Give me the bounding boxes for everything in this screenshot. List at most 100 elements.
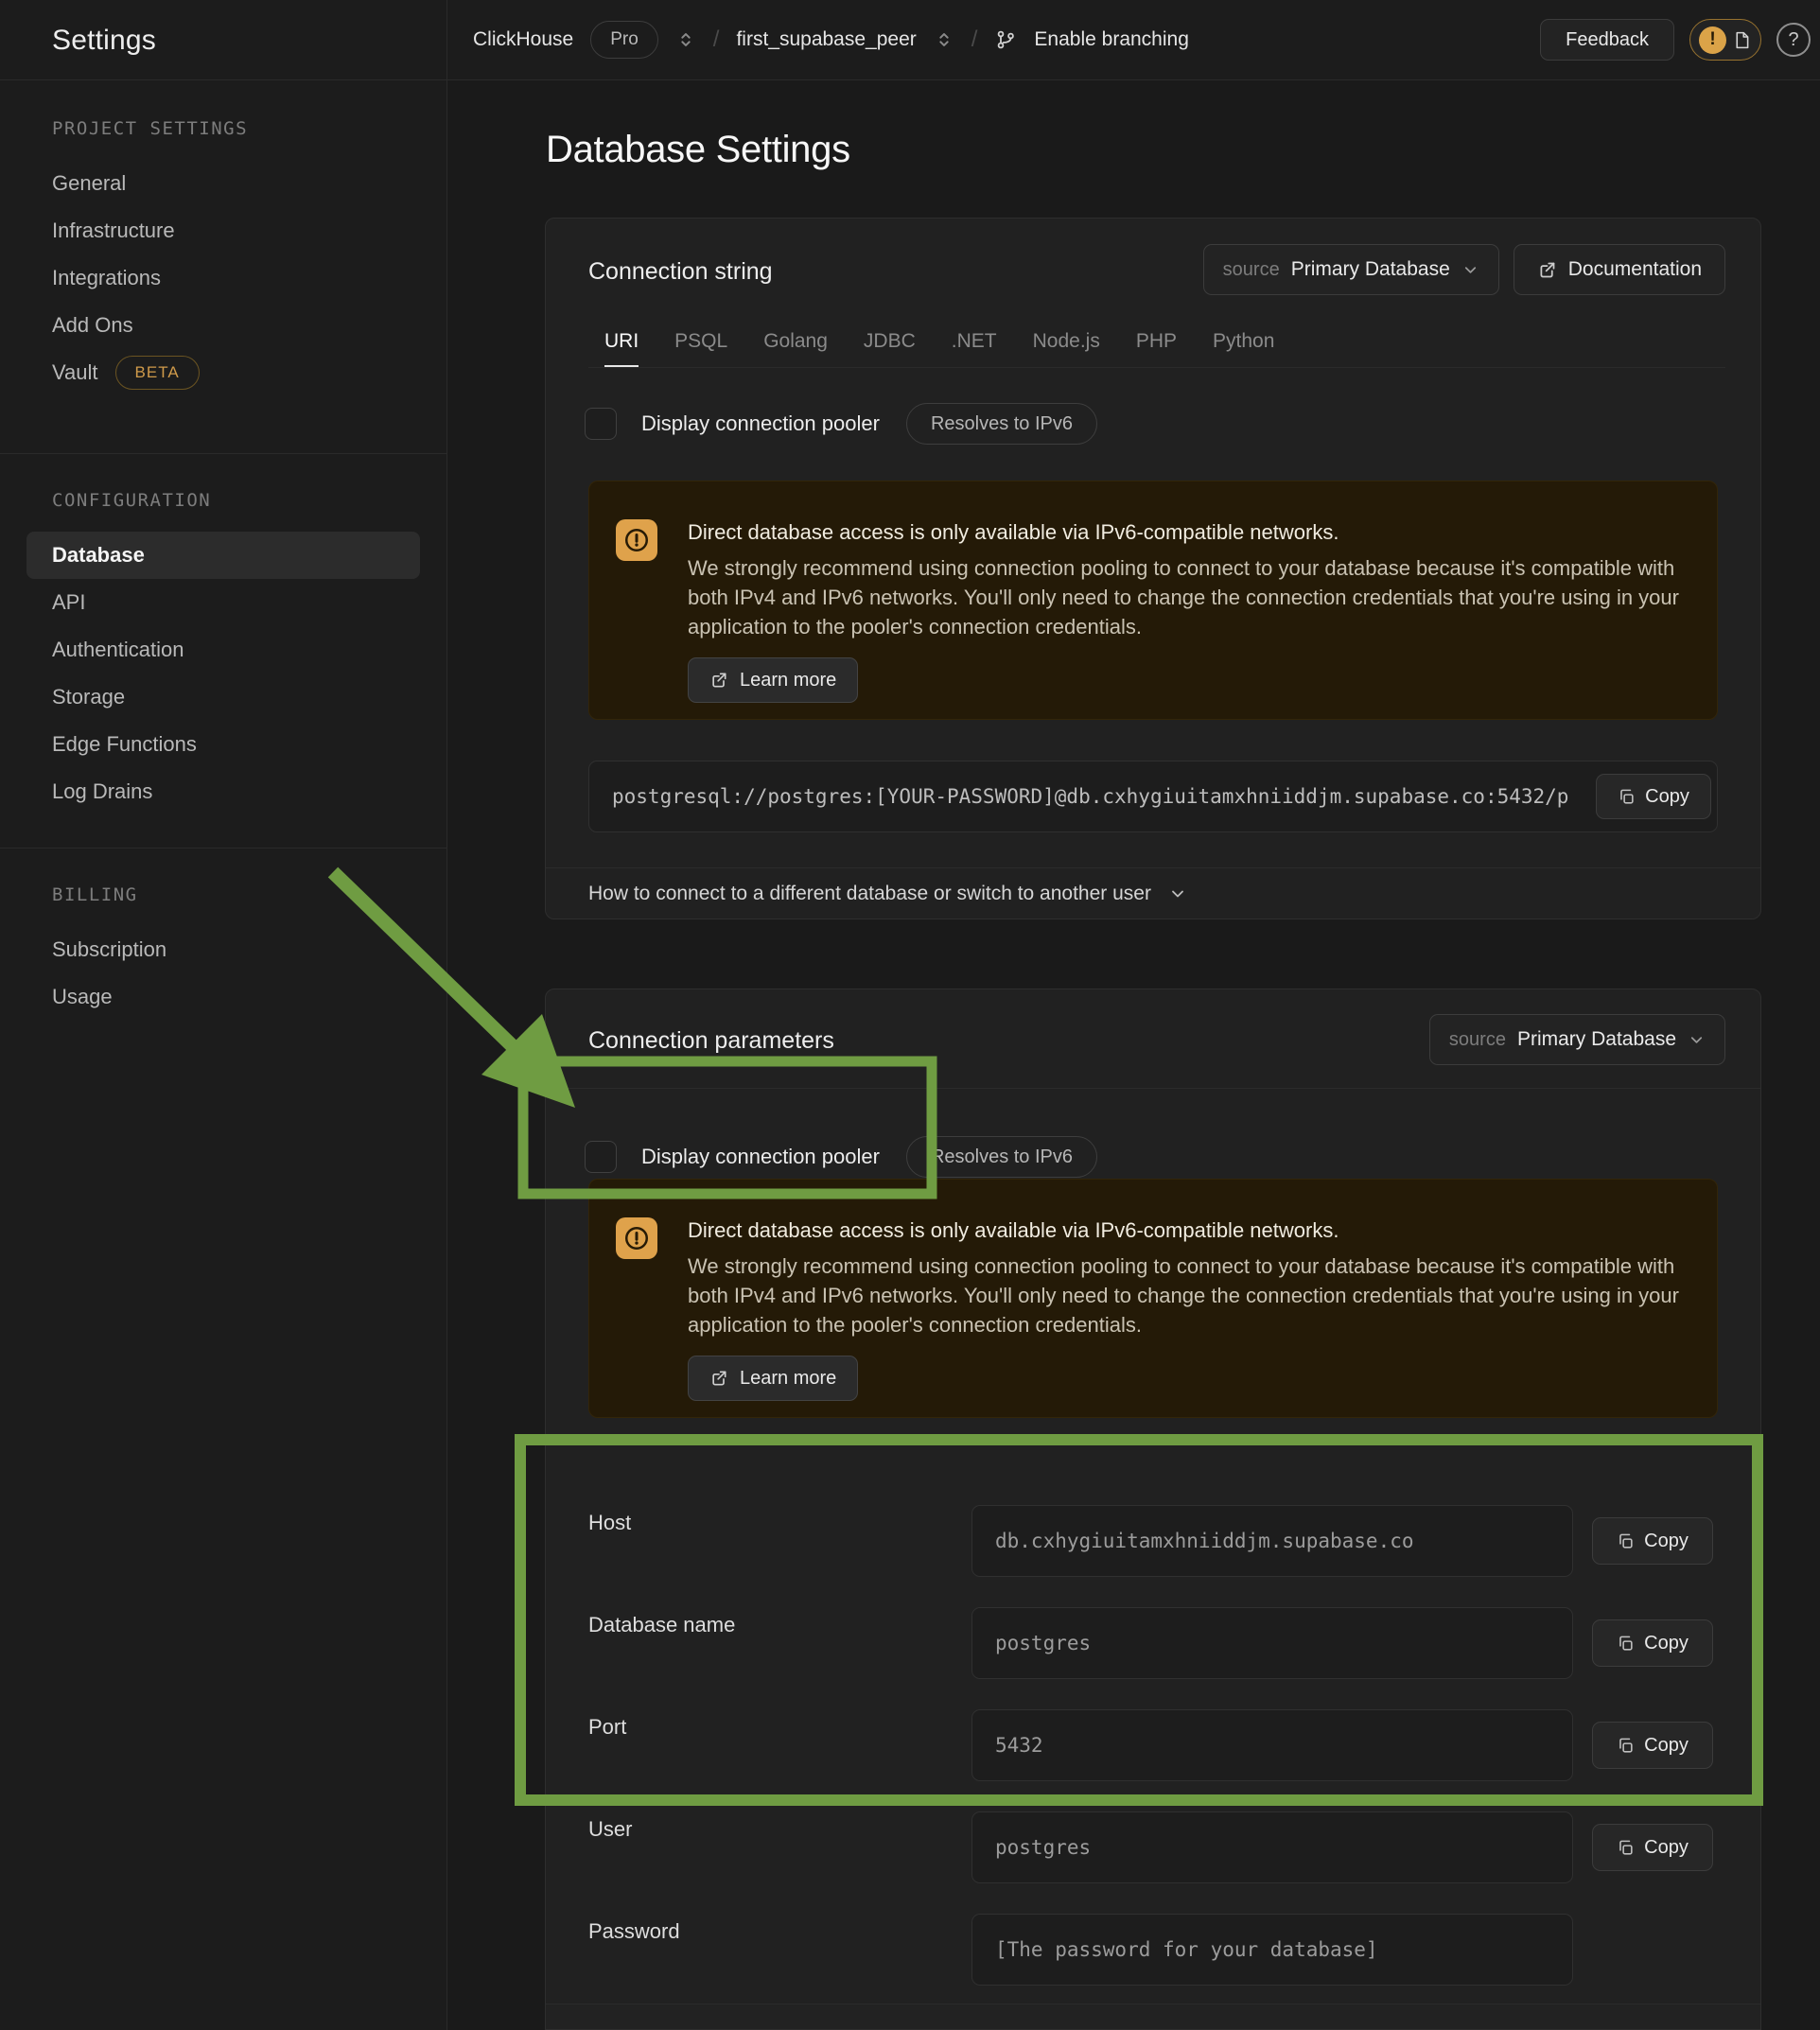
resolves-to-ipv6-badge: Resolves to IPv6	[906, 1136, 1097, 1178]
source-label: source	[1449, 1029, 1506, 1051]
file-icon	[1732, 30, 1752, 50]
sidebar-item-usage[interactable]: Usage	[0, 973, 446, 1021]
tab-python[interactable]: Python	[1213, 324, 1274, 367]
learn-more-button[interactable]: Learn more	[688, 1356, 858, 1401]
top-bar: Settings ClickHouse Pro / first_supabase…	[0, 0, 1820, 80]
connection-uri-value: postgresql://postgres:[YOUR-PASSWORD]@db…	[612, 785, 1568, 808]
host-field[interactable]: db.cxhygiuitamxhniiddjm.supabase.co	[971, 1505, 1573, 1577]
param-label: Password	[588, 1919, 680, 1944]
param-row-host: Host db.cxhygiuitamxhniiddjm.supabase.co…	[546, 1505, 1760, 1577]
port-field[interactable]: 5432	[971, 1709, 1573, 1781]
copy-uri-button[interactable]: Copy	[1596, 774, 1711, 819]
documentation-label: Documentation	[1568, 258, 1702, 281]
copy-label: Copy	[1644, 1735, 1689, 1757]
copy-user-button[interactable]: Copy	[1592, 1824, 1713, 1871]
param-row-database-name: Database name postgres Copy	[546, 1607, 1760, 1679]
connection-uri-field[interactable]: postgresql://postgres:[YOUR-PASSWORD]@db…	[588, 761, 1718, 832]
alert-badge-icon: !	[1699, 26, 1726, 54]
sidebar-item-log-drains[interactable]: Log Drains	[0, 768, 446, 815]
feedback-button[interactable]: Feedback	[1540, 19, 1674, 61]
user-field[interactable]: postgres	[971, 1811, 1573, 1883]
copy-icon	[1617, 1635, 1635, 1653]
page-title: Settings	[52, 25, 156, 57]
tab-jdbc[interactable]: JDBC	[864, 324, 916, 367]
tab-dotnet[interactable]: .NET	[952, 324, 997, 367]
card-title: Connection string	[588, 258, 773, 286]
sidebar-item-integrations[interactable]: Integrations	[0, 254, 446, 302]
copy-icon	[1617, 1737, 1635, 1755]
connection-string-tabs: URI PSQL Golang JDBC .NET Node.js PHP Py…	[588, 324, 1725, 368]
learn-more-button[interactable]: Learn more	[688, 657, 858, 703]
source-value: Primary Database	[1517, 1028, 1676, 1051]
tab-golang[interactable]: Golang	[763, 324, 828, 367]
sidebar-item-add-ons[interactable]: Add Ons	[0, 302, 446, 349]
ipv6-warning-callout: Direct database access is only available…	[588, 481, 1718, 720]
sidebar-item-edge-functions[interactable]: Edge Functions	[0, 721, 446, 768]
card-footer	[546, 2004, 1760, 2029]
source-select[interactable]: source Primary Database	[1429, 1014, 1725, 1065]
section-project-settings: PROJECT SETTINGS General Infrastructure …	[0, 80, 446, 396]
param-row-password: Password [The password for your database…	[546, 1914, 1760, 1986]
pooler-label: Display connection pooler	[641, 411, 880, 436]
header-actions: Feedback ! ?	[1540, 0, 1811, 79]
card-title: Connection parameters	[588, 1027, 834, 1055]
database-name-field[interactable]: postgres	[971, 1607, 1573, 1679]
chevron-up-down-icon[interactable]	[934, 29, 954, 50]
source-value: Primary Database	[1291, 258, 1450, 281]
connection-string-card: Connection string source Primary Databas…	[545, 218, 1761, 919]
password-field[interactable]: [The password for your database]	[971, 1914, 1573, 1986]
external-link-icon	[709, 671, 728, 690]
sidebar-item-vault[interactable]: Vault BETA	[0, 349, 446, 396]
sidebar-item-storage[interactable]: Storage	[0, 674, 446, 721]
sidebar-item-database[interactable]: Database	[26, 532, 420, 579]
breadcrumb-org[interactable]: ClickHouse	[473, 28, 573, 51]
tab-nodejs[interactable]: Node.js	[1033, 324, 1100, 367]
chevron-down-icon	[1461, 261, 1479, 279]
callout-title: Direct database access is only available…	[688, 1217, 1690, 1244]
pooler-toggle-row: Display connection pooler Resolves to IP…	[585, 389, 1097, 459]
copy-icon	[1617, 1532, 1635, 1550]
chevron-down-icon	[1688, 1031, 1706, 1049]
help-button[interactable]: ?	[1776, 23, 1811, 57]
section-label: PROJECT SETTINGS	[52, 118, 446, 141]
sidebar-item-infrastructure[interactable]: Infrastructure	[0, 207, 446, 254]
source-select[interactable]: source Primary Database	[1203, 244, 1499, 295]
copy-icon	[1617, 1839, 1635, 1857]
breadcrumb-divider: /	[713, 26, 720, 53]
callout-body: We strongly recommend using connection p…	[688, 1251, 1690, 1339]
callout-body: We strongly recommend using connection p…	[688, 553, 1690, 641]
how-to-connect-label: How to connect to a different database o…	[588, 883, 1151, 905]
chevron-up-down-icon[interactable]	[675, 29, 696, 50]
tab-uri[interactable]: URI	[604, 324, 639, 367]
copy-label: Copy	[1644, 1531, 1689, 1552]
main-heading: Database Settings	[546, 129, 850, 171]
enable-branching[interactable]: Enable branching	[1034, 28, 1188, 51]
section-configuration: CONFIGURATION Database API Authenticatio…	[0, 454, 446, 815]
sidebar-item-authentication[interactable]: Authentication	[0, 626, 446, 674]
sidebar-item-subscription[interactable]: Subscription	[0, 926, 446, 973]
breadcrumb-project[interactable]: first_supabase_peer	[736, 28, 916, 51]
copy-label: Copy	[1645, 786, 1689, 808]
documentation-button[interactable]: Documentation	[1514, 244, 1725, 295]
copy-port-button[interactable]: Copy	[1592, 1722, 1713, 1769]
how-to-connect-toggle[interactable]: How to connect to a different database o…	[546, 867, 1760, 919]
external-link-icon	[709, 1369, 728, 1388]
tab-php[interactable]: PHP	[1136, 324, 1177, 367]
sidebar-item-general[interactable]: General	[0, 160, 446, 207]
display-connection-pooler-checkbox[interactable]	[585, 408, 617, 440]
display-connection-pooler-checkbox[interactable]	[585, 1141, 617, 1173]
copy-host-button[interactable]: Copy	[1592, 1517, 1713, 1565]
param-row-user: User postgres Copy	[546, 1811, 1760, 1883]
sidebar-item-api[interactable]: API	[0, 579, 446, 626]
copy-label: Copy	[1644, 1633, 1689, 1654]
notifications-button[interactable]: !	[1689, 19, 1761, 61]
param-row-port: Port 5432 Copy	[546, 1709, 1760, 1781]
section-label: BILLING	[52, 884, 446, 907]
tab-psql[interactable]: PSQL	[674, 324, 727, 367]
database-name-value: postgres	[995, 1632, 1091, 1654]
pooler-label: Display connection pooler	[641, 1145, 880, 1169]
copy-label: Copy	[1644, 1837, 1689, 1859]
host-value: db.cxhygiuitamxhniiddjm.supabase.co	[995, 1530, 1414, 1552]
copy-database-name-button[interactable]: Copy	[1592, 1619, 1713, 1667]
param-label: Host	[588, 1511, 631, 1535]
